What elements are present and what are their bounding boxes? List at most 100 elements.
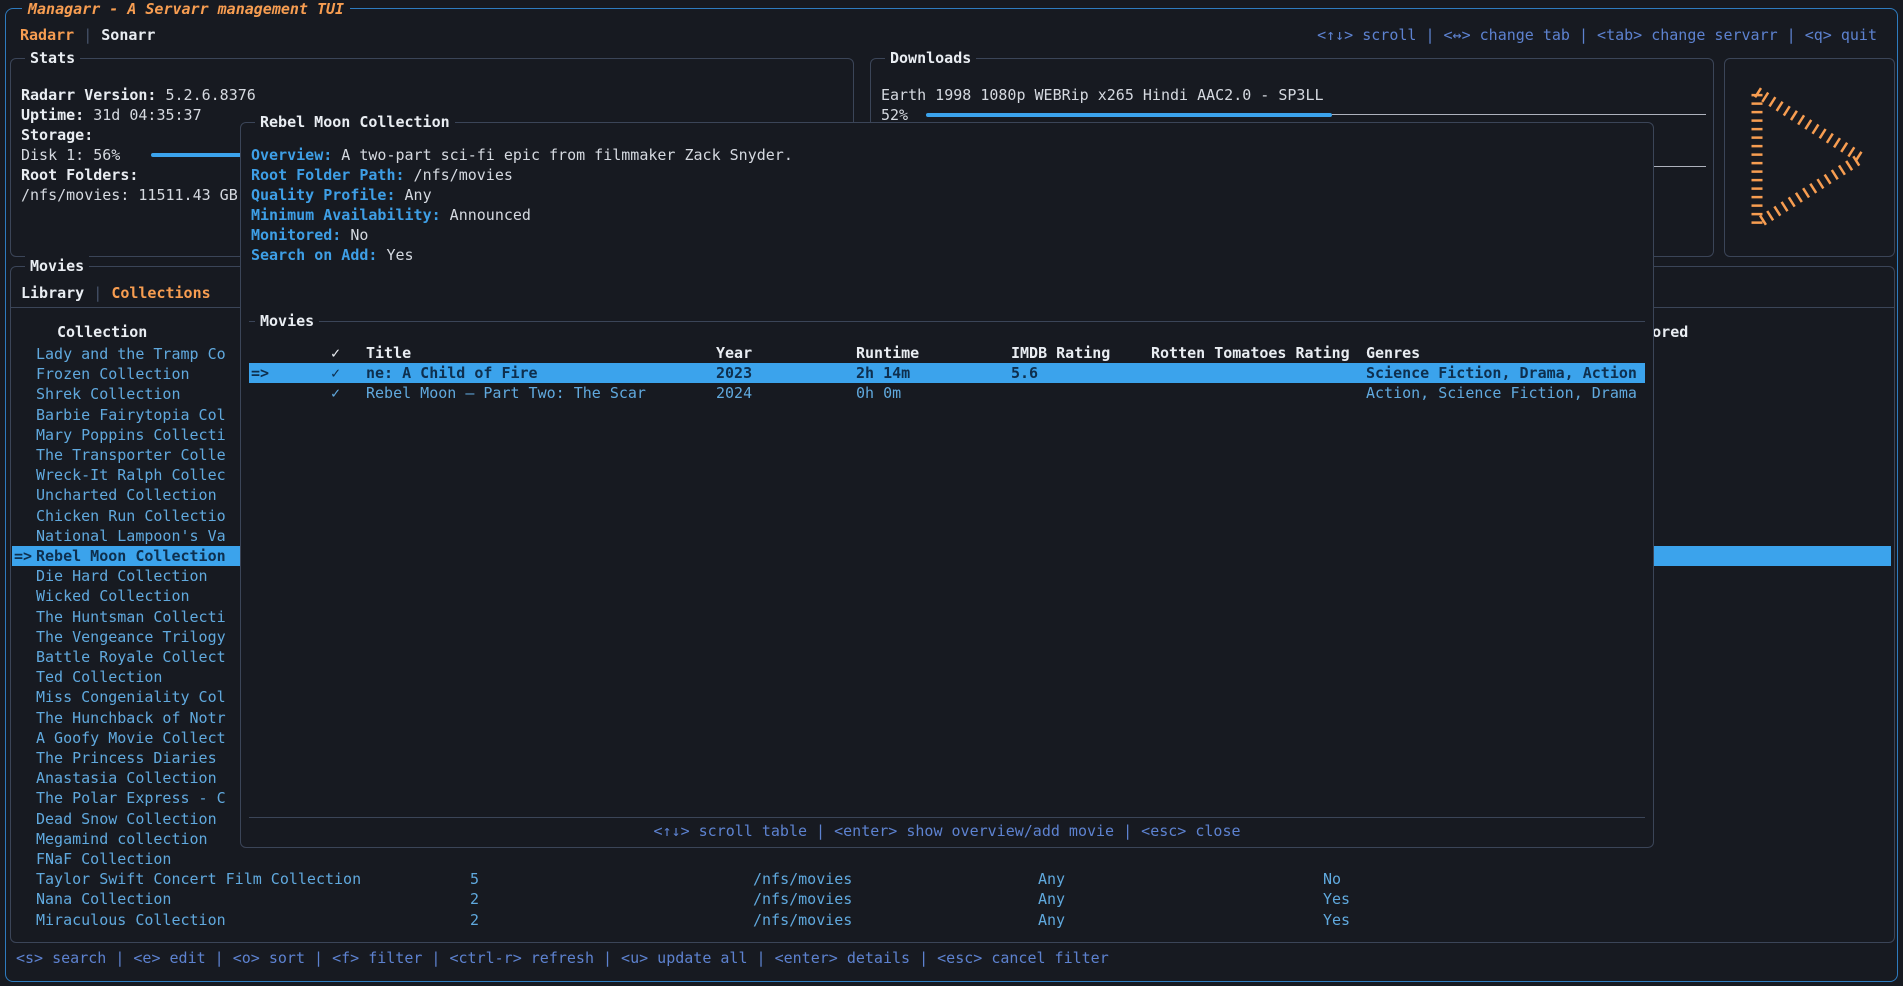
collection-list-item[interactable]: Lady and the Tramp Co <box>36 344 226 364</box>
modal-field-label: Search on Add: <box>251 246 377 264</box>
collection-list-item[interactable]: Battle Royale Collect <box>36 647 226 667</box>
storage-label: Storage: <box>21 125 93 145</box>
movie-year: 2024 <box>716 383 752 403</box>
quality-profile: Any <box>1038 910 1065 930</box>
root-folder-path: /nfs/movies <box>753 910 852 930</box>
collection-list-item[interactable]: Shrek Collection <box>36 384 181 404</box>
modal-field-line: Monitored: No <box>251 225 368 245</box>
movies-tab-separator: | <box>93 284 102 302</box>
movie-title: Rebel Moon – Part Two: The Scar <box>366 383 646 403</box>
search-on-add: Yes <box>1323 910 1350 930</box>
collection-list-item[interactable]: The Huntsman Collecti <box>36 607 226 627</box>
movies-subpanel-title: Movies <box>255 311 319 331</box>
uptime-line: Uptime: 31d 04:35:37 <box>21 105 202 125</box>
modal-field-value: /nfs/movies <box>405 166 513 184</box>
tab-collections[interactable]: Collections <box>111 284 210 302</box>
modal-field-line: Overview: A two-part sci-fi epic from fi… <box>251 145 793 165</box>
collection-list-item[interactable]: The Hunchback of Notr <box>36 708 226 728</box>
modal-field-value: No <box>341 226 368 244</box>
collection-list-item[interactable]: Chicken Run Collectio <box>36 506 226 526</box>
movie-year: 2023 <box>716 363 752 383</box>
movies-subpanel-top-border <box>249 321 1645 322</box>
spacer <box>92 26 101 44</box>
modal-movies-header: Year <box>716 343 752 363</box>
monitored-check-icon: ✓ <box>331 383 340 403</box>
movie-count: 2 <box>470 910 479 930</box>
collection-table-row[interactable]: Miraculous Collection 2/nfs/movies Any Yes <box>0 910 1893 930</box>
collection-table-row[interactable]: Nana Collection2/nfs/moviesAnyYes <box>0 889 1893 909</box>
play-triangle-icon <box>1747 82 1873 234</box>
collection-name: Nana Collection <box>36 889 171 909</box>
modal-field-label: Monitored: <box>251 226 341 244</box>
modal-movies-header: Runtime <box>856 343 919 363</box>
collection-details-modal: Rebel Moon Collection Movies <↑↓> scroll… <box>240 122 1654 848</box>
movie-title: ne: A Child of Fire <box>366 363 538 383</box>
collection-table-row[interactable]: Taylor Swift Concert Film Collection5/nf… <box>0 869 1893 889</box>
movies-panel-title: Movies <box>25 256 89 276</box>
collection-list-item[interactable]: Miss Congeniality Col <box>36 687 226 707</box>
collection-list-item[interactable]: Uncharted Collection <box>36 485 217 505</box>
collection-list-item[interactable]: Mary Poppins Collecti <box>36 425 226 445</box>
modal-field-line: Quality Profile: Any <box>251 185 432 205</box>
search-on-add: Yes <box>1323 889 1350 909</box>
root-folder-path: /nfs/movies <box>753 889 852 909</box>
collection-list-item[interactable]: Barbie Fairytopia Col <box>36 405 226 425</box>
collection-list-item[interactable]: A Goofy Movie Collect <box>36 728 226 748</box>
modal-field-label: Quality Profile: <box>251 186 396 204</box>
tab-library[interactable]: Library <box>21 284 84 302</box>
bottom-help-bar: <s> search | <e> edit | <o> sort | <f> f… <box>16 948 1109 968</box>
movie-row-selected[interactable]: =>✓ne: A Child of Fire20232h 14m5.6Scien… <box>249 363 1645 383</box>
downloads-panel-title: Downloads <box>885 48 976 68</box>
top-help-text: <↑↓> scroll | <↔> change tab | <tab> cha… <box>1317 25 1877 45</box>
collection-list-item[interactable]: The Princess Diaries <box>36 748 217 768</box>
collection-list-item[interactable]: Ted Collection <box>36 667 162 687</box>
movie-runtime: 0h 0m <box>856 383 901 403</box>
monitored-check-icon: ✓ <box>331 363 340 383</box>
modal-movies-header: Genres <box>1366 343 1420 363</box>
quality-profile: Any <box>1038 869 1065 889</box>
movie-count: 5 <box>470 869 479 889</box>
collection-list-item[interactable]: The Transporter Colle <box>36 445 226 465</box>
collection-list-item[interactable]: Frozen Collection <box>36 364 190 384</box>
modal-field-label: Overview: <box>251 146 332 164</box>
uptime-label: Uptime: <box>21 106 84 124</box>
collection-list-item[interactable]: FNaF Collection <box>36 849 171 869</box>
collection-list-item[interactable]: The Polar Express - C <box>36 788 226 808</box>
download-gauge-rest <box>1332 114 1706 115</box>
collection-name: Miraculous Collection <box>36 910 226 930</box>
modal-movies-header: ✓ <box>331 343 340 363</box>
download-gauge-fill <box>926 113 1332 117</box>
version-value: 5.2.6.8376 <box>166 86 256 104</box>
collection-list-item[interactable]: Die Hard Collection <box>36 566 208 586</box>
modal-help-text: <↑↓> scroll table | <enter> show overvie… <box>241 821 1653 841</box>
modal-field-line: Search on Add: Yes <box>251 245 414 265</box>
movie-count: 2 <box>470 889 479 909</box>
collection-list-item[interactable]: Wicked Collection <box>36 586 190 606</box>
modal-movies-header: IMDB Rating <box>1011 343 1110 363</box>
search-on-add: No <box>1323 869 1341 889</box>
version-label: Radarr Version: <box>21 86 156 104</box>
collection-list-item[interactable]: Dead Snow Collection <box>36 809 217 829</box>
selection-arrow-icon: => <box>251 363 269 383</box>
collection-list-item[interactable]: National Lampoon's Va <box>36 526 226 546</box>
selection-arrow-icon: => <box>14 546 32 566</box>
tab-separator <box>74 26 83 44</box>
movie-row[interactable]: ✓ Rebel Moon – Part Two: The Scar 2024 0h 0… <box>241 383 1645 403</box>
disk-usage-label: Disk 1: 56% <box>21 145 120 165</box>
collection-list-item[interactable]: Wreck-It Ralph Collec <box>36 465 226 485</box>
modal-movies-header: Title <box>366 343 411 363</box>
radarr-version-line: Radarr Version: 5.2.6.8376 <box>21 85 256 105</box>
collection-list-item[interactable]: Megamind collection <box>36 829 208 849</box>
managarr-app: Managarr - A Servarr management TUI Rada… <box>0 0 1903 986</box>
collection-list-item[interactable]: The Vengeance Trilogy <box>36 627 226 647</box>
servarr-tab-sonarr[interactable]: Sonarr <box>101 26 155 44</box>
app-title: Managarr - A Servarr management TUI <box>22 0 350 18</box>
movie-genres: Science Fiction, Drama, Action <box>1366 363 1637 383</box>
modal-field-label: Minimum Availability: <box>251 206 441 224</box>
movie-runtime: 2h 14m <box>856 363 910 383</box>
collection-list-item[interactable]: Anastasia Collection <box>36 768 217 788</box>
servarr-tab-bar: Radarr | Sonarr <box>20 25 155 45</box>
servarr-tab-radarr[interactable]: Radarr <box>20 26 74 44</box>
tab-separator-glyph: | <box>83 26 92 44</box>
uptime-value: 31d 04:35:37 <box>93 106 201 124</box>
